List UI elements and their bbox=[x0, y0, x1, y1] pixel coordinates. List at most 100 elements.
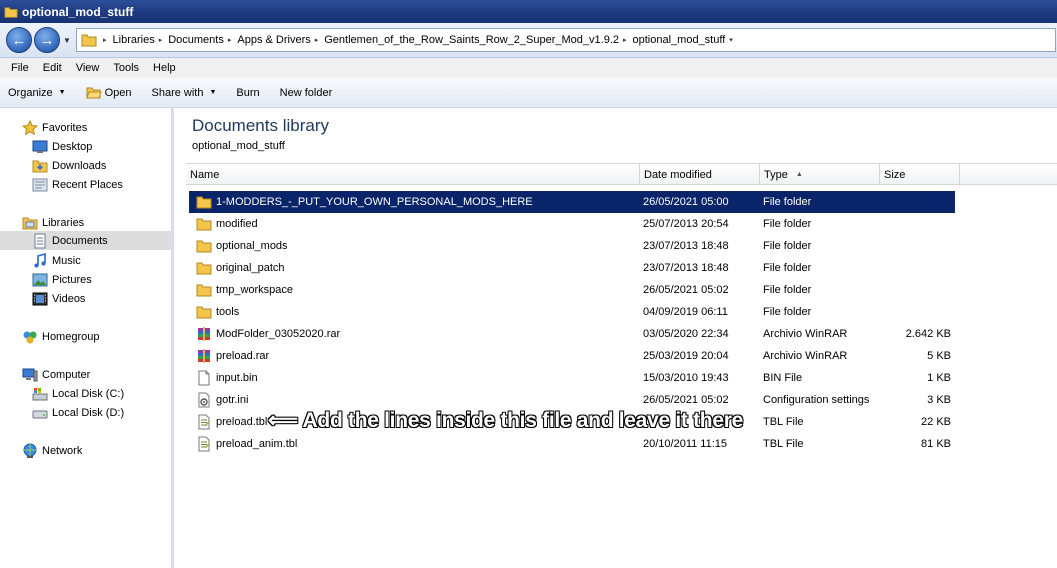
file-row[interactable]: modified 25/07/2013 20:54 File folder bbox=[189, 213, 955, 235]
organize-button[interactable]: Organize ▼ bbox=[8, 87, 66, 99]
annotation-overlay: ⟸ Add the lines inside this file and lea… bbox=[267, 408, 744, 433]
breadcrumb-optional-mod-stuff[interactable]: optional_mod_stuff bbox=[633, 34, 726, 46]
new-folder-button[interactable]: New folder bbox=[280, 87, 333, 99]
file-name-cell[interactable]: tmp_workspace bbox=[196, 279, 293, 301]
breadcrumb[interactable]: ▸ Libraries ▸ Documents ▸ Apps & Drivers… bbox=[76, 28, 1056, 52]
file-row[interactable]: tmp_workspace 26/05/2021 05:02 File folder bbox=[189, 279, 955, 301]
nav-music[interactable]: Music bbox=[32, 251, 81, 270]
file-name: optional_mods bbox=[216, 240, 288, 252]
share-with-button[interactable]: Share with ▼ bbox=[152, 87, 217, 99]
breadcrumb-apps-drivers[interactable]: Apps & Drivers bbox=[237, 34, 310, 46]
menu-file[interactable]: File bbox=[4, 62, 36, 74]
chevron-down-icon[interactable]: ▾ bbox=[729, 36, 733, 44]
nav-libraries[interactable]: Libraries bbox=[22, 213, 84, 232]
nav-documents[interactable]: Documents bbox=[0, 231, 171, 250]
breadcrumb-mod-folder[interactable]: Gentlemen_of_the_Row_Saints_Row_2_Super_… bbox=[324, 34, 619, 46]
navigation-pane: Favorites Desktop Downloads Recent Place… bbox=[0, 108, 174, 568]
file-name-cell[interactable]: modified bbox=[196, 213, 258, 235]
column-header-date[interactable]: Date modified bbox=[640, 164, 760, 185]
nav-computer-label: Computer bbox=[42, 368, 91, 381]
file-name-cell[interactable]: preload_anim.tbl bbox=[196, 433, 297, 455]
column-name-label: Name bbox=[190, 168, 220, 181]
file-name-cell[interactable]: tools bbox=[196, 301, 239, 323]
file-name: preload.tbl bbox=[216, 416, 268, 428]
column-header-size[interactable]: Size bbox=[880, 164, 960, 185]
column-header-name[interactable]: Name bbox=[186, 164, 640, 185]
file-date-cell: 04/09/2019 06:11 bbox=[643, 306, 728, 318]
chevron-right-icon[interactable]: ▸ bbox=[623, 36, 627, 44]
nav-local-disk-d[interactable]: Local Disk (D:) bbox=[32, 403, 124, 422]
file-row[interactable]: tools 04/09/2019 06:11 File folder bbox=[189, 301, 955, 323]
nav-computer[interactable]: Computer bbox=[22, 365, 90, 384]
desktop-icon bbox=[32, 140, 48, 153]
address-bar: ← → ▼ ▸ Libraries ▸ Documents ▸ Apps & D… bbox=[0, 23, 1057, 58]
nav-libraries-label: Libraries bbox=[42, 216, 85, 229]
nav-favorites[interactable]: Favorites bbox=[22, 118, 87, 137]
window-title-bar[interactable]: optional_mod_stuff bbox=[0, 0, 1057, 23]
file-row[interactable]: optional_mods 23/07/2013 18:48 File folder bbox=[189, 235, 955, 257]
menu-tools[interactable]: Tools bbox=[106, 62, 146, 74]
file-name: gotr.ini bbox=[216, 394, 249, 406]
breadcrumb-libraries[interactable]: Libraries bbox=[113, 34, 155, 46]
file-type-cell: BIN File bbox=[763, 372, 803, 384]
menu-help[interactable]: Help bbox=[146, 62, 183, 74]
file-size-cell: 3 KB bbox=[927, 394, 951, 406]
nav-downloads[interactable]: Downloads bbox=[32, 156, 106, 175]
nav-desktop-label: Desktop bbox=[52, 140, 93, 153]
file-row[interactable]: ModFolder_03052020.rar 03/05/2020 22:34 Ar… bbox=[189, 323, 955, 345]
forward-button[interactable]: → bbox=[34, 27, 60, 53]
file-type-cell: File folder bbox=[763, 218, 812, 230]
file-date-cell: 25/03/2019 20:04 bbox=[643, 350, 729, 362]
nav-homegroup-label: Homegroup bbox=[42, 330, 100, 343]
open-button[interactable]: Open bbox=[85, 86, 132, 100]
recent-pages-dropdown[interactable]: ▼ bbox=[62, 36, 72, 45]
file-name-cell[interactable]: 1-MODDERS_-_PUT_YOUR_OWN_PERSONAL_MODS_H… bbox=[196, 191, 533, 213]
nav-network[interactable]: Network bbox=[22, 441, 82, 460]
file-row[interactable]: 1-MODDERS_-_PUT_YOUR_OWN_PERSONAL_MODS_H… bbox=[189, 191, 955, 213]
nav-documents-label: Documents bbox=[52, 234, 108, 247]
file-size-cell bbox=[883, 235, 951, 257]
nav-homegroup[interactable]: Homegroup bbox=[22, 327, 99, 346]
nav-recent-places[interactable]: Recent Places bbox=[32, 175, 123, 194]
file-size-cell bbox=[883, 191, 951, 213]
file-name-cell[interactable]: gotr.ini bbox=[196, 389, 248, 411]
burn-button[interactable]: Burn bbox=[236, 87, 259, 99]
folder-icon bbox=[196, 196, 212, 209]
column-date-label: Date modified bbox=[644, 168, 712, 181]
file-date-cell: 26/05/2021 05:00 bbox=[643, 196, 729, 208]
file-type-cell: Archivio WinRAR bbox=[763, 350, 848, 362]
chevron-right-icon[interactable]: ▸ bbox=[315, 36, 319, 44]
burn-label: Burn bbox=[236, 86, 260, 99]
file-name-cell[interactable]: preload.tbl bbox=[196, 411, 267, 433]
file-row[interactable]: original_patch 23/07/2013 18:48 File folde… bbox=[189, 257, 955, 279]
breadcrumb-documents[interactable]: Documents bbox=[168, 34, 224, 46]
file-date-cell: 26/05/2021 05:02 bbox=[643, 284, 729, 296]
nav-pictures[interactable]: Pictures bbox=[32, 270, 92, 289]
folder-icon bbox=[81, 34, 97, 47]
file-date-cell: 23/07/2013 18:48 bbox=[643, 262, 729, 274]
chevron-right-icon[interactable]: ▸ bbox=[103, 36, 107, 44]
file-name: ModFolder_03052020.rar bbox=[216, 328, 341, 340]
nav-videos[interactable]: Videos bbox=[32, 289, 85, 308]
file-row[interactable]: preload_anim.tbl 20/10/2011 11:15 TBL File… bbox=[189, 433, 955, 455]
column-header-type[interactable]: Type ▲ bbox=[760, 164, 880, 185]
chevron-right-icon[interactable]: ▸ bbox=[228, 36, 232, 44]
file-size-cell bbox=[883, 213, 951, 235]
file-name-cell[interactable]: input.bin bbox=[196, 367, 258, 389]
file-name-cell[interactable]: optional_mods bbox=[196, 235, 288, 257]
menu-edit[interactable]: Edit bbox=[36, 62, 69, 74]
column-type-label: Type bbox=[764, 168, 788, 181]
file-name-cell[interactable]: preload.rar bbox=[196, 345, 269, 367]
file-size-cell bbox=[883, 257, 951, 279]
nav-local-disk-c[interactable]: Local Disk (C:) bbox=[32, 384, 124, 403]
chevron-right-icon[interactable]: ▸ bbox=[159, 36, 163, 44]
menu-view[interactable]: View bbox=[69, 62, 107, 74]
file-name-cell[interactable]: ModFolder_03052020.rar bbox=[196, 323, 340, 345]
file-name-cell[interactable]: original_patch bbox=[196, 257, 285, 279]
open-folder-icon bbox=[85, 87, 102, 98]
file-row[interactable]: preload.rar 25/03/2019 20:04 Archivio WinR… bbox=[189, 345, 955, 367]
nav-music-label: Music bbox=[52, 254, 81, 267]
back-button[interactable]: ← bbox=[6, 27, 32, 53]
file-row[interactable]: input.bin 15/03/2010 19:43 BIN File 1 KB bbox=[189, 367, 955, 389]
nav-desktop[interactable]: Desktop bbox=[32, 137, 92, 156]
